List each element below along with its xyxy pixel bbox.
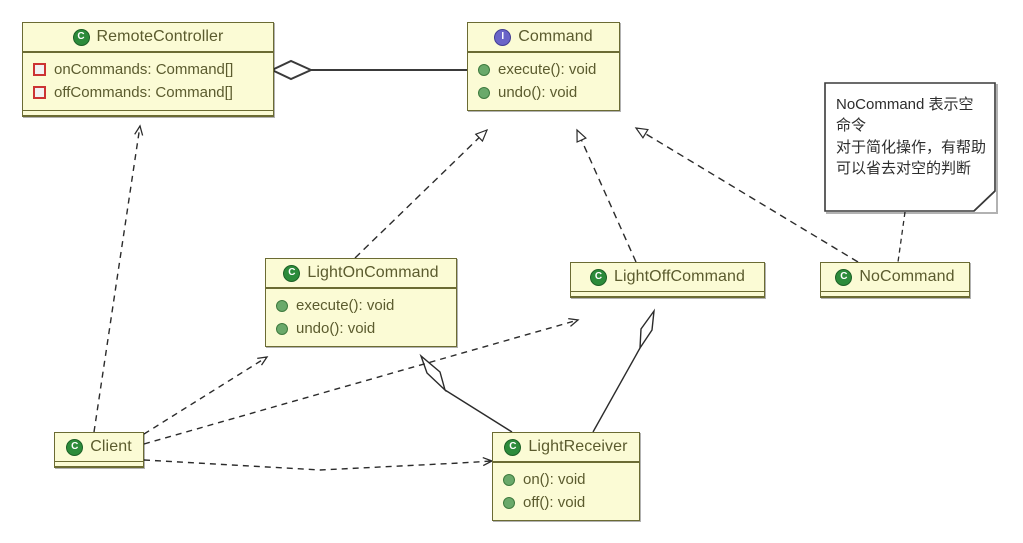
- method-row[interactable]: undo(): void: [274, 317, 448, 340]
- private-field-icon: [33, 63, 46, 76]
- class-icon: C: [66, 438, 84, 456]
- edge-lightoffcommand-aggregates-lightreceiver: [592, 308, 655, 433]
- methods-compartment-command: execute(): void undo(): void: [468, 53, 619, 110]
- field-row[interactable]: onCommands: Command[]: [31, 58, 265, 81]
- class-name-label: Client: [90, 438, 132, 455]
- class-box-client[interactable]: C Client: [54, 432, 144, 468]
- methods-compartment-lightoncommand: execute(): void undo(): void: [266, 289, 456, 346]
- class-name-label: LightOnCommand: [307, 264, 439, 281]
- class-box-remotecontroller[interactable]: C RemoteController onCommands: Command[]…: [22, 22, 274, 117]
- class-icon: C: [589, 268, 607, 286]
- class-box-lightoncommand[interactable]: C LightOnCommand execute(): void undo():…: [265, 258, 457, 347]
- fields-compartment-remotecontroller: onCommands: Command[] offCommands: Comma…: [23, 53, 273, 110]
- class-box-command[interactable]: I Command execute(): void undo(): void: [467, 22, 620, 111]
- public-method-icon: [276, 322, 288, 335]
- class-name-label: Command: [518, 28, 593, 45]
- method-label: undo(): void: [498, 84, 578, 101]
- method-row[interactable]: execute(): void: [274, 294, 448, 317]
- method-label: on(): void: [523, 471, 586, 488]
- class-box-bottom-rule: [571, 291, 764, 297]
- method-label: execute(): void: [498, 61, 597, 78]
- edge-lightoncommand-aggregates-lightreceiver: [419, 353, 513, 433]
- public-method-icon: [276, 299, 288, 312]
- class-name-label: RemoteController: [96, 28, 224, 45]
- class-box-lightoffcommand[interactable]: C LightOffCommand: [570, 262, 765, 298]
- method-row[interactable]: off(): void: [501, 491, 631, 514]
- uml-diagram-canvas: C RemoteController onCommands: Command[]…: [0, 0, 1023, 543]
- edge-lightoffcommand-realizes-command: [576, 128, 637, 263]
- class-header-remotecontroller: C RemoteController: [23, 23, 273, 51]
- class-header-lightreceiver: C LightReceiver: [493, 433, 639, 461]
- class-box-nocommand[interactable]: C NoCommand: [820, 262, 970, 298]
- edge-client-depends-remotecontroller: [93, 124, 144, 433]
- method-row[interactable]: execute(): void: [476, 58, 611, 81]
- class-name-label: NoCommand: [859, 268, 955, 285]
- edge-client-depends-lightoncommand: [143, 356, 269, 435]
- public-method-icon: [503, 496, 515, 509]
- note-nocommand[interactable]: NoCommand 表示空命令 对于简化操作，有帮助 可以省去对空的判断: [824, 82, 996, 212]
- class-icon: C: [835, 268, 853, 286]
- method-row[interactable]: undo(): void: [476, 81, 611, 104]
- class-header-nocommand: C NoCommand: [821, 263, 969, 291]
- class-name-label: LightOffCommand: [613, 268, 746, 285]
- method-label: execute(): void: [296, 297, 395, 314]
- class-icon: C: [283, 264, 301, 282]
- public-method-icon: [478, 86, 490, 99]
- method-label: off(): void: [523, 494, 586, 511]
- field-label: offCommands: Command[]: [54, 84, 233, 101]
- edge-client-depends-lightreceiver: [143, 456, 494, 471]
- class-name-label: LightReceiver: [528, 438, 628, 455]
- method-row[interactable]: on(): void: [501, 468, 631, 491]
- class-box-bottom-rule: [55, 461, 143, 467]
- class-header-lightoffcommand: C LightOffCommand: [571, 263, 764, 291]
- class-header-client: C Client: [55, 433, 143, 461]
- class-icon: C: [504, 438, 522, 456]
- class-box-lightreceiver[interactable]: C LightReceiver on(): void off(): void: [492, 432, 640, 521]
- edge-note-anchor-nocommand: [897, 211, 906, 263]
- field-label: onCommands: Command[]: [54, 61, 234, 78]
- class-header-lightoncommand: C LightOnCommand: [266, 259, 456, 287]
- class-header-command: I Command: [468, 23, 619, 51]
- note-text: NoCommand 表示空命令 对于简化操作，有帮助 可以省去对空的判断: [836, 96, 987, 177]
- methods-compartment-lightreceiver: on(): void off(): void: [493, 463, 639, 520]
- method-label: undo(): void: [296, 320, 376, 337]
- class-box-bottom-rule: [23, 110, 273, 116]
- edge-remotecontroller-aggregates-command: [269, 59, 467, 81]
- edge-lightoncommand-realizes-command: [354, 128, 489, 259]
- private-field-icon: [33, 86, 46, 99]
- class-icon: C: [72, 28, 90, 46]
- public-method-icon: [478, 63, 490, 76]
- class-box-bottom-rule: [821, 291, 969, 297]
- field-row[interactable]: offCommands: Command[]: [31, 81, 265, 104]
- interface-icon: I: [494, 28, 512, 46]
- public-method-icon: [503, 473, 515, 486]
